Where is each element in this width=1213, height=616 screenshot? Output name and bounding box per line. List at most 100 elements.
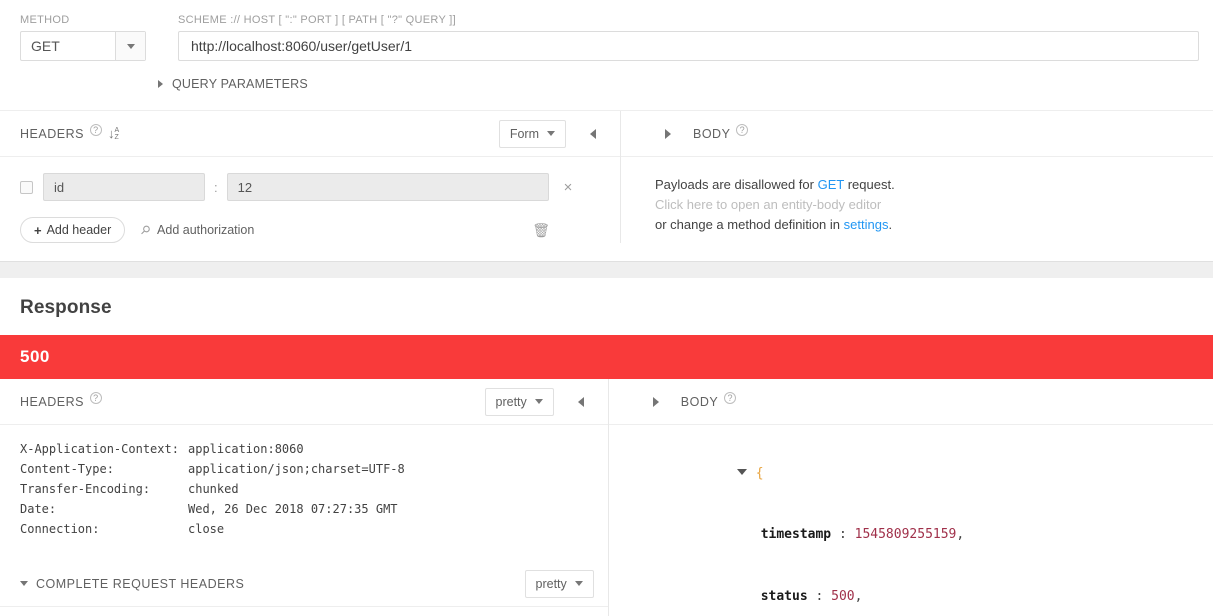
response-headers-pager (568, 388, 594, 416)
header-value-input[interactable]: 12 (226, 173, 549, 201)
response-body-title: BODY (680, 394, 719, 409)
settings-link[interactable]: settings (844, 217, 889, 232)
header-row: id : 12 × (20, 173, 606, 201)
payload-disallowed-pre: Payloads are disallowed for (655, 177, 818, 192)
pager-prev-button[interactable] (580, 120, 606, 148)
table-row: Date: Wed, 26 Dec 2018 07:27:35 GMT (20, 499, 594, 519)
sort-az-icon[interactable]: ↓ Az (107, 126, 119, 141)
header-value: chunked (188, 482, 239, 496)
chevron-down-icon (574, 581, 583, 586)
method-definition-pre: or change a method definition in (655, 217, 844, 232)
chevron-right-icon (158, 80, 163, 88)
request-headers-column: HEADERS ? ↓ Az Form (0, 111, 620, 243)
table-row: Connection: close (20, 519, 594, 539)
request-body-title: BODY (693, 126, 731, 141)
method-value: GET (31, 38, 60, 54)
url-block: SCHEME :// HOST [ ":" PORT ] [ PATH [ "?… (178, 14, 1199, 61)
method-select[interactable]: GET (20, 31, 146, 61)
request-body-title-group: BODY ? (693, 123, 749, 141)
response-body-title-group: BODY ? (680, 391, 737, 409)
query-parameters-label: QUERY PARAMETERS (172, 77, 308, 91)
request-headers-title: HEADERS (20, 126, 84, 141)
header-value: application:8060 (188, 442, 304, 456)
request-headers-pager (580, 120, 606, 148)
rest-client-app: METHOD GET SCHEME :// HOST [ ":" PORT ] … (0, 0, 1213, 616)
payload-disallowed-line: Payloads are disallowed for GET request. (655, 175, 1199, 195)
response-headers-view-select[interactable]: pretty (484, 387, 554, 416)
response-title: Response (20, 297, 112, 318)
plus-icon: + (34, 222, 42, 238)
header-value: close (188, 522, 225, 536)
chevron-left-icon (590, 128, 596, 139)
json-entry: status : 500, (643, 566, 1199, 616)
panel-gap (0, 262, 1213, 278)
sort-az-glyph: Az (114, 126, 119, 141)
header-actions: + Add header ⚲ Add authorization 🗑 (20, 217, 606, 243)
query-parameters-toggle[interactable]: QUERY PARAMETERS (158, 77, 1213, 91)
header-name: X-Application-Context: (20, 442, 179, 456)
complete-request-headers-header: COMPLETE REQUEST HEADERS pretty (0, 561, 608, 607)
sort-arrow-glyph: ↓ (107, 126, 114, 141)
entity-body-editor-line[interactable]: Click here to open an entity-body editor (655, 195, 1199, 215)
header-separator: : (214, 179, 218, 195)
pager-next-button[interactable] (643, 388, 669, 416)
help-icon[interactable]: ? (89, 123, 102, 136)
add-header-label: Add header (46, 223, 112, 237)
json-separator: : (831, 527, 855, 542)
complete-request-headers-view-select[interactable]: pretty (524, 569, 594, 598)
response-headers-title-group: HEADERS ? (20, 391, 102, 409)
help-icon[interactable]: ? (724, 391, 737, 404)
response-body-header: BODY ? (608, 379, 1213, 425)
request-body-column: BODY ? Payloads are disallowed for GET r… (620, 111, 1213, 243)
url-row: METHOD GET SCHEME :// HOST [ ":" PORT ] … (0, 0, 1213, 61)
method-definition-post: . (888, 217, 893, 232)
response-headers-title: HEADERS (20, 394, 84, 409)
chevron-right-icon (652, 396, 659, 407)
remove-header-icon[interactable]: × (564, 180, 573, 195)
chevron-down-icon (534, 399, 543, 404)
header-key-input[interactable]: id (43, 173, 205, 201)
response-headers-view-value: pretty (495, 394, 527, 409)
table-row: Content-Type: application/json;charset=U… (20, 459, 594, 479)
url-input[interactable]: http://localhost:8060/user/getUser/1 (178, 31, 1199, 61)
add-authorization-button[interactable]: ⚲ Add authorization (137, 221, 255, 239)
request-body-pager (655, 120, 681, 148)
header-enabled-checkbox[interactable] (20, 180, 33, 194)
request-headers-view-select[interactable]: Form (498, 119, 566, 148)
collapse-toggle-icon[interactable] (736, 468, 747, 475)
request-split: HEADERS ? ↓ Az Form (0, 110, 1213, 243)
pager-prev-button[interactable] (568, 388, 594, 416)
add-header-button[interactable]: + Add header (20, 217, 126, 243)
json-entry: timestamp : 1545809255159, (643, 505, 1199, 567)
status-badge: 500 (0, 335, 1213, 379)
header-name: Date: (20, 502, 57, 516)
scheme-label: SCHEME :// HOST [ ":" PORT ] [ PATH [ "?… (178, 14, 456, 26)
request-body-header: BODY ? (621, 111, 1213, 157)
header-value: Wed, 26 Dec 2018 07:27:35 GMT (188, 502, 398, 516)
method-dropdown-toggle[interactable] (115, 32, 145, 60)
json-separator: : (807, 588, 832, 604)
key-icon: ⚲ (137, 221, 154, 239)
method-label: METHOD (20, 14, 70, 26)
help-icon[interactable]: ? (89, 391, 102, 404)
response-headers-table: X-Application-Context: application:8060 … (0, 425, 608, 539)
help-icon[interactable]: ? (736, 123, 749, 136)
request-headers-body: id : 12 × + Add header ⚲ Add authorizati… (0, 157, 620, 243)
complete-request-headers-title: COMPLETE REQUEST HEADERS (36, 576, 245, 591)
chevron-down-icon (547, 131, 555, 136)
response-body-column: BODY ? { timestamp : 1545809255159, stat… (607, 379, 1213, 616)
payload-disallowed-post: request. (844, 177, 895, 192)
complete-request-headers-toggle[interactable]: COMPLETE REQUEST HEADERS (20, 577, 244, 591)
delete-headers-icon[interactable]: 🗑 (532, 222, 550, 239)
table-row: User-Agent:Mozilla/5.0 (Windows NT 10.0;… (0, 607, 608, 616)
chevron-down-icon (20, 581, 28, 586)
chevron-left-icon (577, 396, 584, 407)
request-body-note: Payloads are disallowed for GET request.… (621, 157, 1213, 235)
json-comma: , (956, 527, 965, 542)
payload-method-link[interactable]: GET (818, 177, 845, 192)
header-name: Connection: (20, 522, 100, 536)
json-key: timestamp (760, 527, 832, 542)
pager-next-button[interactable] (655, 120, 681, 148)
response-panel: Response 500 HEADERS ? pretty X-Applicat… (0, 278, 1213, 616)
response-body-pager (643, 388, 669, 416)
